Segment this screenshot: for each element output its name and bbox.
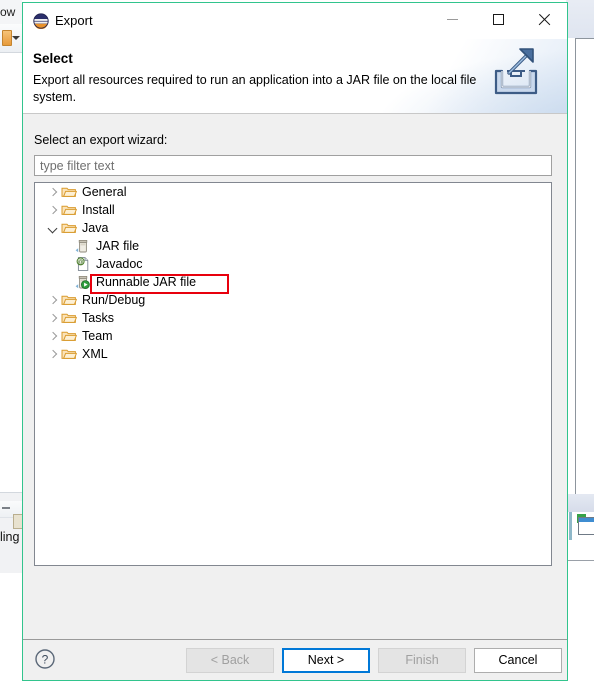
maximize-glyph (492, 13, 504, 25)
jar-icon (75, 238, 91, 254)
background-lower-dash-icon (2, 507, 10, 509)
background-lower-label: ling (0, 530, 20, 544)
tree-item-install[interactable]: Install (35, 201, 551, 219)
background-right-editor-frame (575, 38, 594, 494)
finish-button[interactable]: Finish (378, 648, 466, 673)
dialog-title: Export (55, 13, 93, 28)
background-right-view-icon (578, 517, 594, 535)
page-description: Export all resources required to run an … (33, 73, 477, 104)
folder-icon (61, 292, 77, 308)
wizard-select-label: Select an export wizard: (34, 133, 168, 147)
tree-item-team[interactable]: Team (35, 327, 551, 345)
folder-icon (61, 346, 77, 362)
tree-item-label: JAR file (96, 239, 140, 253)
runnable-jar-icon (75, 274, 91, 290)
tree-item-label: Tasks (82, 311, 114, 325)
folder-icon (61, 310, 77, 326)
svg-text:@: @ (78, 260, 84, 266)
tree-item-javadoc[interactable]: @ Javadoc (35, 255, 551, 273)
background-lower-icon (13, 514, 22, 529)
background-right-view-icon-header (579, 518, 594, 522)
background-menu-label: ow (0, 5, 16, 19)
chevron-down-icon[interactable] (46, 222, 59, 235)
tree-item-label: Runnable JAR file (96, 275, 197, 289)
background-right-handle (569, 512, 572, 540)
help-question-icon[interactable]: ? (34, 648, 56, 670)
javadoc-icon: @ (75, 256, 91, 272)
tree-item-label: Java (82, 221, 109, 235)
next-button[interactable]: Next > (282, 648, 370, 673)
tree-item-label: XML (82, 347, 108, 361)
tree-item-label: Team (82, 329, 113, 343)
background-right-separator (566, 560, 594, 561)
chevron-right-icon[interactable] (46, 186, 59, 199)
tree-item-xml[interactable]: XML (35, 345, 551, 363)
page-title: Select (33, 51, 73, 66)
background-toolbar-icon (2, 30, 12, 46)
export-wizard-tree[interactable]: General Install Java JAR file @ Javadoc Runnab… (34, 182, 552, 566)
chevron-right-icon[interactable] (46, 312, 59, 325)
close-icon[interactable] (521, 3, 567, 35)
background-right-toolbar-strip (566, 0, 594, 38)
tree-item-general[interactable]: General (35, 183, 551, 201)
tree-item-run-debug[interactable]: Run/Debug (35, 291, 551, 309)
chevron-right-icon[interactable] (46, 330, 59, 343)
chevron-right-icon[interactable] (46, 294, 59, 307)
tree-item-label: Install (82, 203, 115, 217)
eclipse-icon (33, 13, 49, 29)
dialog-header: Select Export all resources required to … (23, 39, 567, 114)
dialog-body: Select an export wizard: General Install J… (23, 114, 567, 639)
folder-icon (61, 328, 77, 344)
minimize-glyph (446, 18, 458, 20)
back-button[interactable]: < Back (186, 648, 274, 673)
folder-icon (61, 220, 77, 236)
dialog-footer: ? < Back Next > Finish Cancel (23, 639, 567, 680)
close-glyph (538, 13, 551, 26)
chevron-right-icon[interactable] (46, 204, 59, 217)
caret-down-icon (12, 36, 20, 40)
tree-item-label: General (82, 185, 127, 199)
dialog-titlebar: Export (23, 3, 567, 39)
cancel-button[interactable]: Cancel (474, 648, 562, 673)
tree-item-tasks[interactable]: Tasks (35, 309, 551, 327)
minimize-icon[interactable] (429, 3, 475, 35)
background-toolbar (0, 24, 22, 53)
tree-item-label: Javadoc (96, 257, 143, 271)
background-right-tab-band (566, 494, 594, 512)
chevron-right-icon[interactable] (46, 348, 59, 361)
filter-input[interactable] (34, 155, 552, 176)
tree-item-java[interactable]: Java (35, 219, 551, 237)
background-right-panel (566, 0, 594, 685)
background-menu-fragment: ow (0, 0, 22, 24)
tree-item-label: Run/Debug (82, 293, 146, 307)
tree-item-jar-file[interactable]: JAR file (35, 237, 551, 255)
folder-icon (61, 184, 77, 200)
tree-item-runnable-jar-file[interactable]: Runnable JAR file (35, 273, 551, 291)
svg-text:?: ? (42, 653, 49, 667)
folder-icon (61, 202, 77, 218)
export-dialog: Export Select Export all resources requi… (22, 2, 568, 681)
maximize-icon[interactable] (475, 3, 521, 35)
export-tray-arrow-icon (494, 48, 538, 95)
